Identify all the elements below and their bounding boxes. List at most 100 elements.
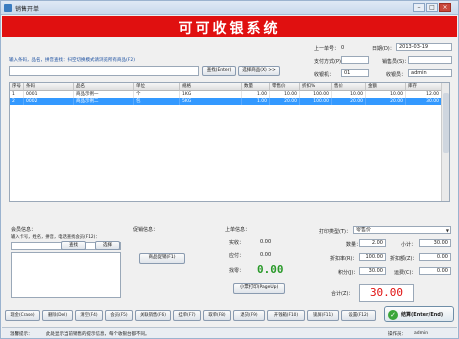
status-bar: 温馨提示： 此处显示当前销售的提示信息，每个收银台都不同。 操作员： admin <box>2 327 457 338</box>
app-icon <box>4 4 12 12</box>
checkout-button[interactable]: ✓ 结算(Enter/End) <box>384 306 454 322</box>
find-button[interactable]: 查找(Enter) <box>202 66 236 76</box>
search-hint: 输入条码，品名，拼音查找：扫空切换模式请浏览所有商品(F2) <box>9 58 135 63</box>
points-field[interactable]: 30.00 <box>359 267 386 275</box>
cell-no: 2 <box>10 98 24 105</box>
discount-amount-field[interactable]: 0.00 <box>419 253 451 261</box>
delete-button[interactable]: 删除(Del) <box>42 310 73 321</box>
col-header[interactable]: 品名 <box>74 83 134 91</box>
change-label: 找零： <box>229 268 245 274</box>
select-product-button[interactable]: 选择商品(X) >> <box>238 66 280 76</box>
change-value: 0.00 <box>257 263 284 276</box>
col-header[interactable]: 金额 <box>366 83 406 91</box>
cell-qty[interactable]: 1.00 <box>242 98 270 105</box>
status-text: 此处显示当前销售的提示信息，每个收银台都不同。 <box>46 332 150 337</box>
col-header[interactable]: 售价 <box>332 83 366 91</box>
hold-order-button[interactable]: 挂单(F7) <box>173 310 201 321</box>
cell-barcode: 0002 <box>24 98 74 105</box>
cell-discount[interactable]: 100.00 <box>300 91 332 98</box>
cashier-label: 收银员： <box>386 72 407 78</box>
related-sale-button[interactable]: 关联销售(F6) <box>135 310 171 321</box>
machine-label: 收银机： <box>314 72 335 78</box>
qty-field: 2.00 <box>359 239 386 247</box>
operator-value: admin <box>414 331 429 336</box>
total-label: 合计(Z)： <box>331 291 354 297</box>
col-header[interactable]: 规格 <box>180 83 242 91</box>
member-title: 会员信息： <box>11 227 37 233</box>
col-header[interactable]: 条码 <box>24 83 74 91</box>
cell-unit: 个 <box>134 91 180 98</box>
sales-window: 销售开单 – □ × 可可收银系统 输入条码，品名，拼音查找：扫空切换模式请浏览… <box>0 0 459 339</box>
status-label: 温馨提示： <box>10 332 33 337</box>
promo-title: 促销信息： <box>133 227 159 233</box>
col-header[interactable]: 库存 <box>406 83 442 91</box>
shipping-label: 运费(C)： <box>394 270 417 276</box>
cell-no: 1 <box>10 91 24 98</box>
prev-no-label: 上一单号： <box>314 46 340 52</box>
minimize-button[interactable]: – <box>413 3 425 12</box>
app-title: 可可收银系统 <box>178 21 281 37</box>
cell-amount: 10.00 <box>366 91 406 98</box>
cell-qty[interactable]: 1.00 <box>242 91 270 98</box>
checkout-label: 结算(Enter/End) <box>401 312 444 318</box>
col-header[interactable]: 折扣% <box>300 83 332 91</box>
settings-button[interactable]: 设置(F12) <box>341 310 376 321</box>
cell-stock: 12.00 <box>406 91 442 98</box>
received-label: 实收： <box>229 240 245 246</box>
total-amount: 30.00 <box>359 284 414 302</box>
print-receipt-button[interactable]: 小票打印(PageUp) <box>233 283 285 294</box>
scroll-thumb[interactable] <box>443 93 449 153</box>
app-banner: 可可收银系统 <box>2 16 457 37</box>
lock-screen-button[interactable]: 锁屏(F11) <box>307 310 339 321</box>
subtotal-label: 小计： <box>401 242 417 248</box>
salesperson-select[interactable] <box>408 56 452 64</box>
member-select-button[interactable]: 选择 <box>95 241 120 250</box>
close-button[interactable]: × <box>439 3 451 12</box>
chevron-down-icon: ▼ <box>445 228 449 233</box>
discount-rate-field[interactable]: 100.00 <box>359 253 386 261</box>
date-label: 日期(D)： <box>372 46 395 52</box>
table-row[interactable]: 1 0001 商品示例一 个 1KG 1.00 10.00 100.00 10.… <box>10 91 442 98</box>
cell-price: 20.00 <box>332 98 366 105</box>
payment-select[interactable] <box>341 56 369 64</box>
print-type-label: 打印类型(T)： <box>319 229 351 235</box>
member-hint: 输入卡号，姓名，拼音，电话查找会员(F12)： <box>11 235 100 240</box>
date-field[interactable]: 2013-03-19 <box>396 43 452 51</box>
clear-button[interactable]: 清空(F4) <box>75 310 103 321</box>
prev-no-value: 0 <box>341 45 345 51</box>
cell-retail: 10.00 <box>270 91 300 98</box>
open-drawer-button[interactable]: 开钱箱(F10) <box>267 310 305 321</box>
last-order-title: 上单信息： <box>225 227 251 233</box>
return-button[interactable]: 退货(F9) <box>233 310 265 321</box>
sales-table[interactable]: 序号 条码 品名 单位 规格 数量 零售价 折扣% 售价 金额 库存 1 000… <box>9 82 450 202</box>
cell-retail: 20.00 <box>270 98 300 105</box>
col-header[interactable]: 单位 <box>134 83 180 91</box>
window-title: 销售开单 <box>15 6 40 13</box>
table-row-selected[interactable]: 2 0002 商品示例二 包 5KG 1.00 20.00 100.00 20.… <box>10 98 442 105</box>
maximize-button[interactable]: □ <box>426 3 438 12</box>
member-find-button[interactable]: 查找 <box>61 241 86 250</box>
cell-unit: 包 <box>134 98 180 105</box>
col-header[interactable]: 序号 <box>10 83 24 91</box>
print-type-select[interactable]: 零售价 ▼ <box>353 226 451 234</box>
product-promo-button[interactable]: 商品促销(F1) <box>139 253 185 264</box>
member-button[interactable]: 会员(F5) <box>105 310 133 321</box>
cash-button[interactable]: 现金(Crase) <box>5 310 40 321</box>
cell-discount[interactable]: 100.00 <box>300 98 332 105</box>
col-header[interactable]: 零售价 <box>270 83 300 91</box>
shipping-field[interactable]: 0.00 <box>419 267 451 275</box>
retrieve-order-button[interactable]: 取单(F8) <box>203 310 231 321</box>
check-icon: ✓ <box>388 310 398 320</box>
subtotal-field: 30.00 <box>419 239 451 247</box>
table-scrollbar[interactable] <box>441 83 449 201</box>
product-search-input[interactable] <box>9 66 199 76</box>
title-bar: 销售开单 – □ × <box>1 1 458 15</box>
salesperson-label: 销售员(S)： <box>382 59 410 65</box>
machine-field: 01 <box>341 69 369 77</box>
cell-name: 商品示例一 <box>74 91 134 98</box>
due-value: 0.00 <box>260 252 272 258</box>
print-type-value: 零售价 <box>356 227 372 233</box>
cell-barcode: 0001 <box>24 91 74 98</box>
cell-spec: 1KG <box>180 91 242 98</box>
col-header[interactable]: 数量 <box>242 83 270 91</box>
